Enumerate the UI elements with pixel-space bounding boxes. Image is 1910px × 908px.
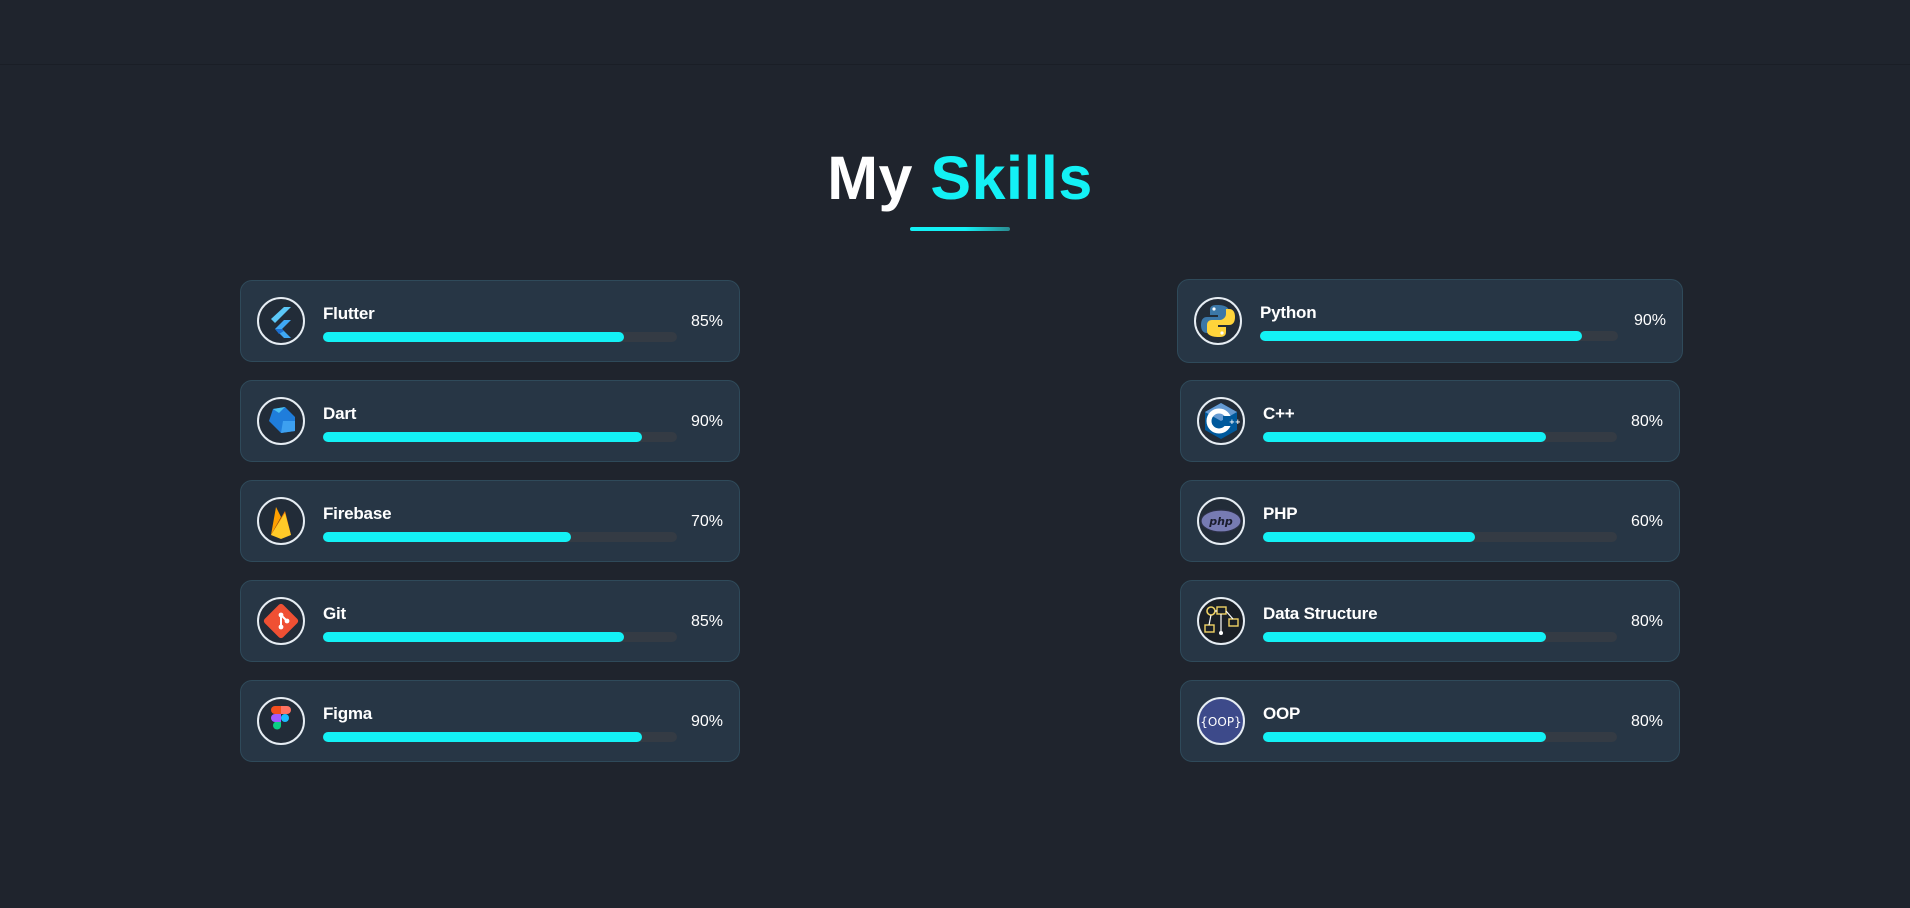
top-bar: [0, 0, 1910, 65]
title-plain: My: [827, 144, 913, 212]
skill-progress-track: [323, 632, 677, 642]
skill-percent: 90%: [1633, 312, 1666, 329]
skill-card-flutter: Flutter 85%: [240, 280, 740, 362]
skill-progress-track: [1263, 632, 1617, 642]
skill-progress-fill: [1263, 532, 1476, 542]
firebase-icon: [257, 497, 305, 545]
skill-progress-fill: [323, 432, 642, 442]
skill-card-python: Python 90%: [1177, 279, 1683, 363]
oop-icon: {OOP}: [1197, 697, 1245, 745]
skill-percent: 60%: [1630, 513, 1663, 530]
skill-percent: 90%: [690, 713, 723, 730]
skill-percent: 90%: [690, 413, 723, 430]
skill-percent: 70%: [690, 513, 723, 530]
skill-progress-track: [1260, 331, 1618, 341]
skill-card-php: php PHP 60%: [1180, 480, 1680, 562]
skill-progress-track: [323, 332, 677, 342]
title-underline: [910, 227, 1010, 231]
skill-name: OOP: [1263, 704, 1301, 723]
dart-icon: [257, 397, 305, 445]
skill-progress-fill: [1260, 331, 1583, 341]
skill-progress-fill: [323, 532, 571, 542]
skill-card-oop: {OOP} OOP 80%: [1180, 680, 1680, 762]
skill-percent: 80%: [1630, 413, 1663, 430]
skill-name: Firebase: [323, 504, 392, 523]
skill-progress-track: [323, 532, 677, 542]
skill-progress-fill: [1263, 732, 1547, 742]
python-icon: [1194, 297, 1242, 345]
skill-progress-fill: [1263, 432, 1547, 442]
svg-text:++: ++: [1229, 418, 1241, 426]
skill-percent: 85%: [690, 613, 723, 630]
data-structure-icon: [1197, 597, 1245, 645]
skill-progress-track: [1263, 532, 1617, 542]
section-title: My Skills: [0, 142, 1910, 214]
skill-name: PHP: [1263, 504, 1298, 523]
skill-progress-fill: [323, 332, 624, 342]
title-accent: Skills: [930, 144, 1093, 212]
skill-card-cplusplus: ++ C++ 80%: [1180, 380, 1680, 462]
skill-name: Git: [323, 604, 347, 623]
skill-progress-fill: [1263, 632, 1547, 642]
skill-progress-fill: [323, 632, 624, 642]
git-icon: [257, 597, 305, 645]
skill-card-git: Git 85%: [240, 580, 740, 662]
skill-card-figma: Figma 90%: [240, 680, 740, 762]
figma-icon: [257, 697, 305, 745]
skill-progress-track: [1263, 732, 1617, 742]
skill-percent: 80%: [1630, 713, 1663, 730]
skill-progress-fill: [323, 732, 642, 742]
skill-name: Data Structure: [1263, 604, 1378, 623]
skill-name: Python: [1260, 303, 1317, 322]
skill-progress-track: [323, 432, 677, 442]
cplusplus-icon: ++: [1197, 397, 1245, 445]
skill-percent: 80%: [1630, 613, 1663, 630]
skill-name: Figma: [323, 704, 373, 723]
php-icon: php: [1197, 497, 1245, 545]
svg-text:php: php: [1208, 515, 1233, 528]
skill-progress-track: [1263, 432, 1617, 442]
skill-percent: 85%: [690, 313, 723, 330]
skill-name: C++: [1263, 404, 1295, 423]
skill-name: Flutter: [323, 304, 375, 323]
skill-name: Dart: [323, 404, 357, 423]
skill-card-firebase: Firebase 70%: [240, 480, 740, 562]
svg-text:{OOP}: {OOP}: [1200, 715, 1241, 729]
flutter-icon: [257, 297, 305, 345]
skill-card-data-structure: Data Structure 80%: [1180, 580, 1680, 662]
skill-progress-track: [323, 732, 677, 742]
skill-card-dart: Dart 90%: [240, 380, 740, 462]
